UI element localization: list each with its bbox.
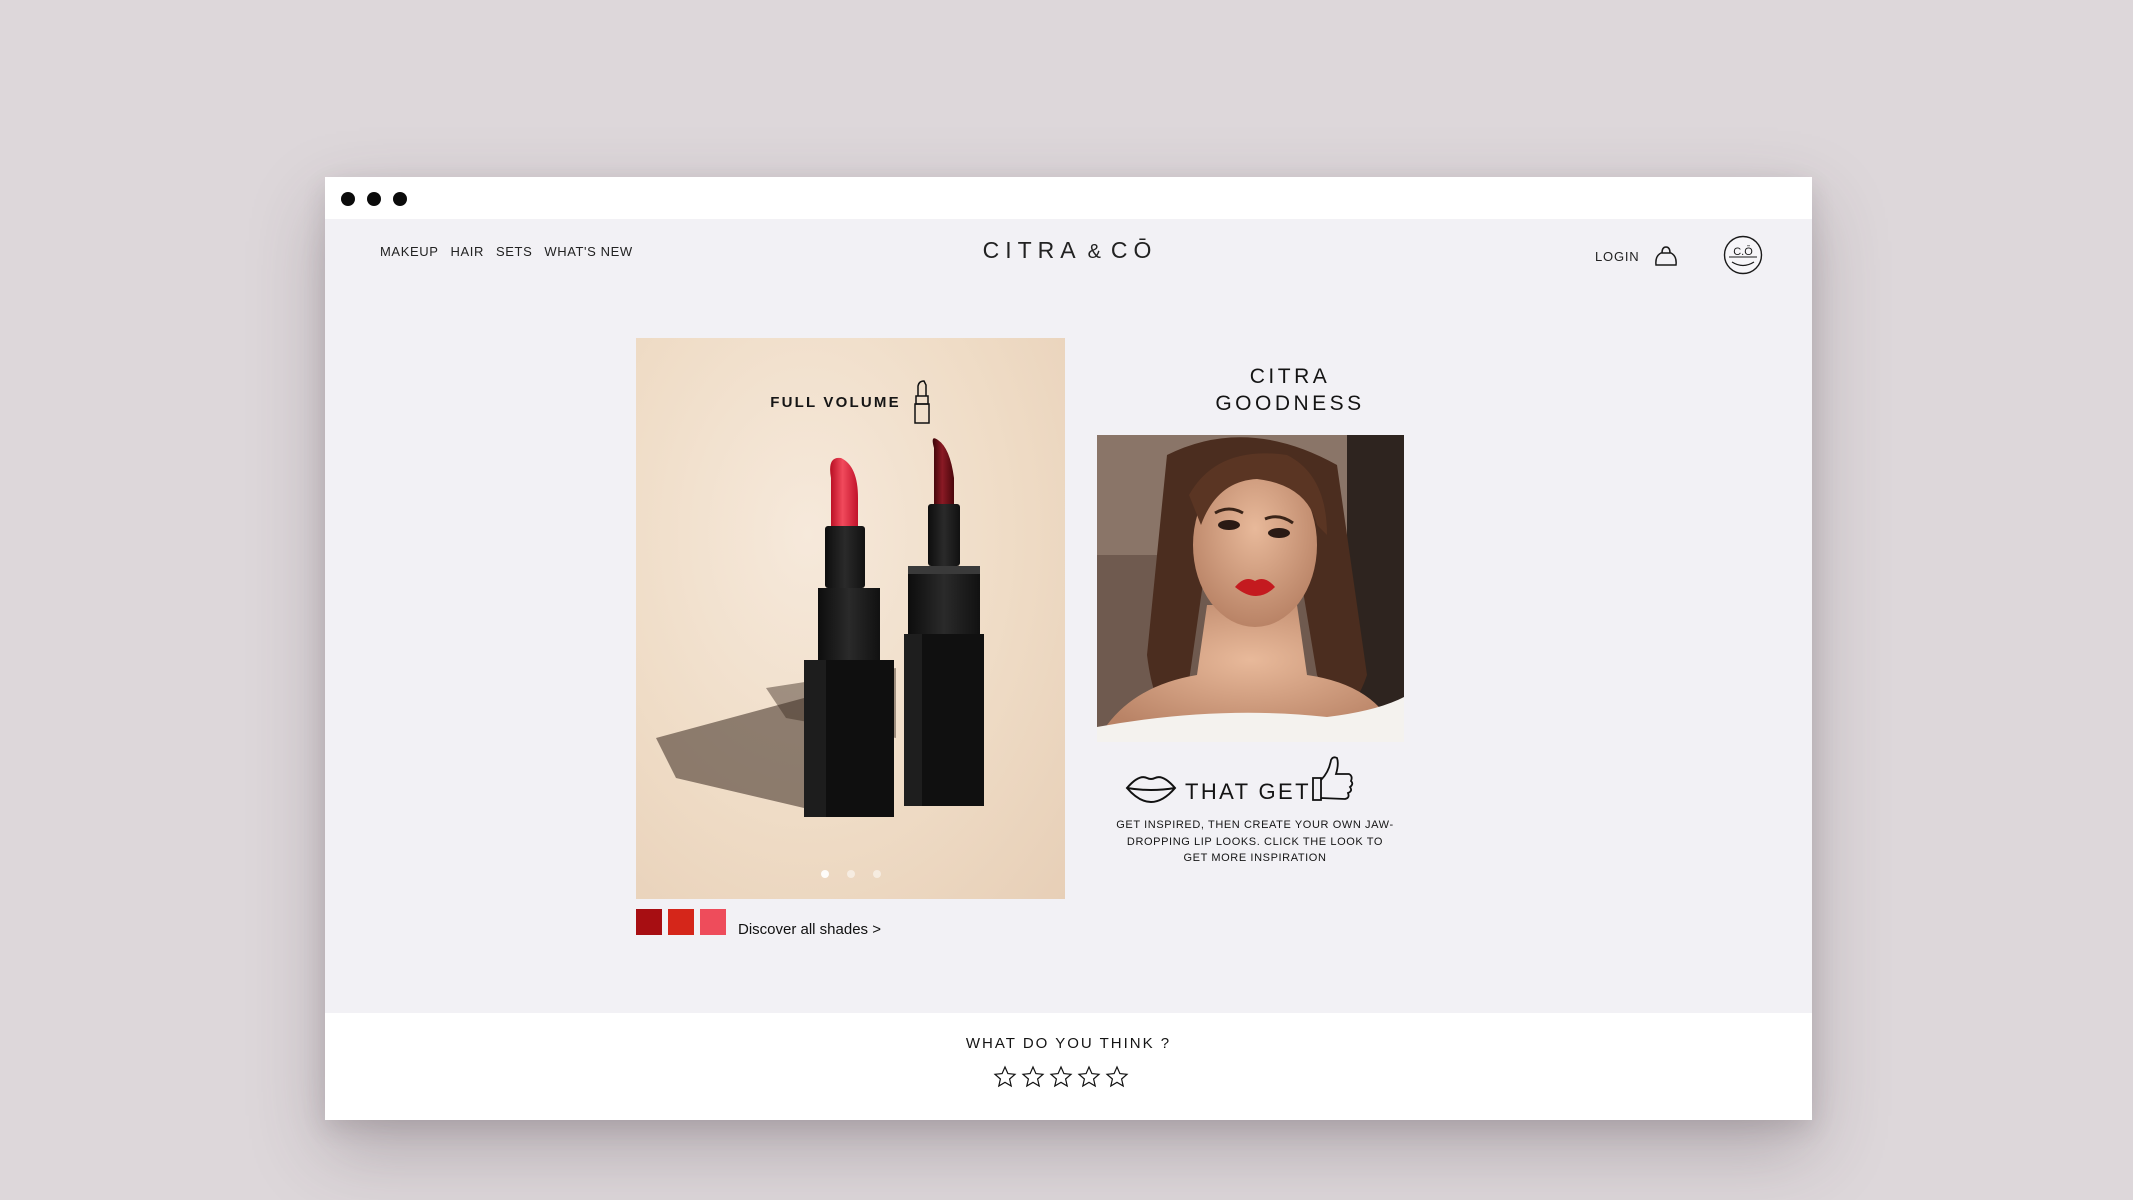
- lipstick-icon: [914, 380, 930, 424]
- shade-swatch-red[interactable]: [668, 909, 694, 935]
- star-icon[interactable]: [1021, 1065, 1045, 1089]
- window-titlebar: [325, 177, 1812, 219]
- nav-item-hair[interactable]: HAIR: [451, 244, 484, 259]
- carousel-dot[interactable]: [846, 870, 855, 878]
- brand-name: CITRA: [982, 237, 1082, 263]
- window-control-dot[interactable]: [367, 192, 381, 206]
- shade-swatches: [636, 909, 726, 935]
- lips-icon: [1125, 776, 1177, 804]
- star-icon[interactable]: [1049, 1065, 1073, 1089]
- feature-description: GET INSPIRED, THEN CREATE YOUR OWN JAW-D…: [1116, 819, 1394, 864]
- feature-title: CITRA GOODNESS: [1170, 363, 1410, 417]
- main-nav: MAKEUP HAIR SETS WHAT'S NEW: [380, 244, 633, 259]
- tagline-text: THAT GET: [1185, 779, 1311, 804]
- feature-title-line1: CITRA: [1249, 365, 1331, 388]
- look-photo[interactable]: [1097, 435, 1404, 742]
- hero-title-row: FULL VOLUME: [636, 380, 1065, 424]
- feature-title-line2: GOODNESS: [1215, 392, 1365, 415]
- window-control-dot[interactable]: [393, 192, 407, 206]
- star-icon[interactable]: [1077, 1065, 1101, 1089]
- avatar-icon[interactable]: C.Ō: [1723, 235, 1763, 275]
- feedback-question: WHAT DO YOU THINK ?: [965, 1035, 1172, 1052]
- star-icon[interactable]: [993, 1065, 1017, 1089]
- hero-title: FULL VOLUME: [770, 393, 901, 411]
- brand-ampersand: &: [1087, 241, 1105, 263]
- carousel-indicator: [636, 870, 1065, 878]
- tagline-row: THAT GET: [1125, 754, 1385, 806]
- browser-window: MAKEUP HAIR SETS WHAT'S NEW CITRA & CŌ LOG…: [325, 177, 1812, 1120]
- carousel-dot[interactable]: [820, 870, 829, 878]
- star-icon[interactable]: [1105, 1065, 1129, 1089]
- nav-item-sets[interactable]: SETS: [496, 244, 532, 259]
- shade-swatch-pink-red[interactable]: [700, 909, 726, 935]
- window-control-dot[interactable]: [341, 192, 355, 206]
- brand-logo[interactable]: CITRA & CŌ: [925, 237, 1215, 264]
- login-link[interactable]: LOGIN: [1595, 249, 1639, 264]
- thumbs-up-icon: [1312, 756, 1354, 801]
- shade-swatch-dark-red[interactable]: [636, 909, 662, 935]
- model-portrait-image: [1097, 435, 1404, 742]
- carousel-dot[interactable]: [872, 870, 881, 878]
- nav-item-whats-new[interactable]: WHAT'S NEW: [544, 244, 632, 259]
- nav-item-makeup[interactable]: MAKEUP: [380, 244, 439, 259]
- bag-icon[interactable]: [1653, 243, 1679, 269]
- svg-text:C.Ō: C.Ō: [1733, 246, 1753, 258]
- brand-suffix: CŌ: [1110, 237, 1158, 263]
- feedback-section: WHAT DO YOU THINK ?: [325, 1013, 1812, 1120]
- discover-shades-link[interactable]: Discover all shades >: [738, 921, 881, 938]
- hero-product-card[interactable]: FULL VOLUME: [636, 338, 1065, 899]
- star-rating: [993, 1065, 1129, 1089]
